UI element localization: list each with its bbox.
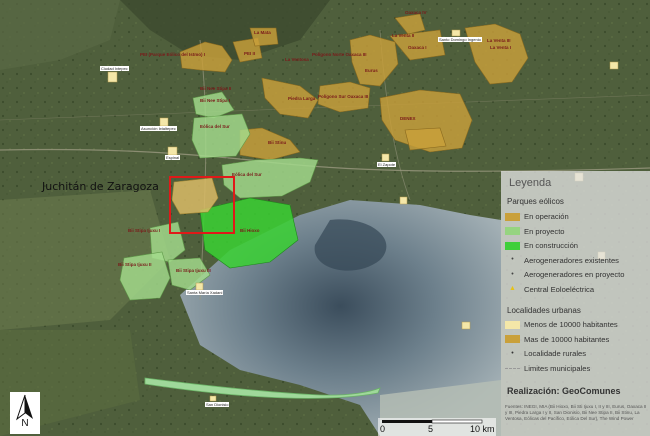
legend-item-label: Aerogeneradores en proyecto	[524, 270, 625, 279]
park-label: Oaxaca IV	[405, 10, 427, 15]
legend-item-label: En construcción	[524, 241, 579, 250]
dot-icon: •	[511, 270, 514, 278]
legend-item: ▲ Central Eoloeléctrica	[505, 284, 594, 295]
map-canvas[interactable]: PEI (Parque Eólico del Istmo) I PEI II L…	[0, 0, 650, 436]
legend-line	[505, 367, 520, 369]
park-label: Eólica del Sur	[200, 124, 230, 129]
park-label: La Venta I	[490, 45, 512, 50]
town-label: El Zapote	[377, 162, 397, 167]
park-label: Piedra Larga	[288, 96, 316, 101]
town-label: Espinal	[165, 155, 181, 160]
legend-item: • Aerogeneradores existentes	[505, 255, 619, 266]
park-label: Polígono Norte Oaxaca III	[312, 52, 367, 57]
park-label: PEI II	[244, 51, 256, 56]
legend-sources: Fuentes: INEGI, MIA (Bii Hioxo, Bii Sti …	[505, 404, 647, 421]
legend-credit: Realización: GeoComunes	[507, 386, 621, 396]
scale-bar: 0 5 10 km	[378, 418, 496, 436]
park-label: La Ventosa	[285, 57, 309, 62]
north-label: N	[21, 418, 29, 429]
legend-swatch	[505, 227, 520, 235]
legend-panel: Leyenda Parques eólicos En operación En p…	[501, 171, 650, 436]
town-label: San Dionisio	[205, 402, 230, 407]
park-label: Oaxaca I	[408, 45, 427, 50]
park-label: La Venta II	[392, 33, 415, 38]
park-label: La Mata	[254, 30, 271, 35]
legend-item: En operación	[505, 211, 569, 222]
legend-item: Menos de 10000 habitantes	[505, 319, 618, 330]
scale-tick-0: 0	[380, 424, 386, 434]
town-label: Ciudad Ixtepec	[100, 66, 129, 71]
park-label: Bii Stipa Ijuxu II	[118, 262, 152, 267]
dot-icon: •	[511, 256, 514, 263]
legend-item: • Localidade rurales	[505, 348, 586, 359]
dot-icon: •	[511, 349, 514, 357]
park-label: Bii Nee Stipa I	[200, 98, 231, 103]
north-arrow: N	[10, 392, 40, 434]
legend-swatch	[505, 320, 520, 329]
park-label: Eurus	[365, 68, 378, 73]
legend-item: En construcción	[505, 240, 578, 251]
town-label: Santo Domingo Ingenio	[438, 37, 482, 42]
town-label: Asunción Ixtaltepec	[140, 126, 177, 131]
legend-swatch	[505, 212, 520, 221]
park-label: Bii Stinu	[268, 140, 287, 145]
legend-item: Mas de 10000 habitantes	[505, 334, 609, 345]
legend-section-towns: Localidades urbanas	[507, 306, 581, 315]
park-label: Bii Hioxo	[240, 228, 260, 233]
park-label: PEI (Parque Eólico del Istmo) I	[140, 52, 206, 57]
park-label: Bii Stipa Ijuxu I	[128, 228, 161, 233]
legend-item-label: Limites municipales	[524, 363, 591, 373]
highlight-box	[169, 176, 235, 234]
scale-tick-5: 5	[428, 424, 434, 434]
legend-item: En proyecto	[505, 226, 565, 237]
legend-swatch	[505, 241, 520, 250]
legend-item-label: Central Eoloeléctrica	[524, 284, 595, 294]
city-label: Juchitán de Zaragoza	[42, 180, 159, 193]
legend-item-label: Mas de 10000 habitantes	[524, 334, 610, 344]
legend-item: • Aerogeneradores en proyecto	[505, 269, 624, 280]
legend-title: Leyenda	[509, 177, 552, 189]
legend-item-label: Aerogeneradores existentes	[524, 255, 619, 265]
legend-section-parks: Parques eólicos	[507, 197, 564, 206]
park-label: La Venta III	[487, 38, 511, 43]
legend-item-label: Menos de 10000 habitantes	[524, 320, 618, 329]
legend-swatch	[505, 335, 520, 343]
park-label: Eólica del Sur	[232, 172, 262, 177]
legend-item-label: Localidade rurales	[524, 349, 587, 358]
legend-item-label: En proyecto	[524, 226, 565, 236]
triangle-icon: ▲	[509, 285, 516, 292]
scale-tick-10: 10 km	[470, 424, 495, 434]
town-label: Santa María Xadani	[186, 290, 224, 295]
park-label: Bii Nee Stipa II	[200, 86, 232, 91]
park-label: Polígono Sur Oaxaca III	[318, 94, 369, 99]
legend-item-label: En operación	[524, 212, 569, 221]
legend-item: Limites municipales	[505, 363, 590, 374]
park-label: Bii Stipa Ijuxu III	[176, 268, 211, 273]
park-label: DENEX	[400, 116, 416, 121]
